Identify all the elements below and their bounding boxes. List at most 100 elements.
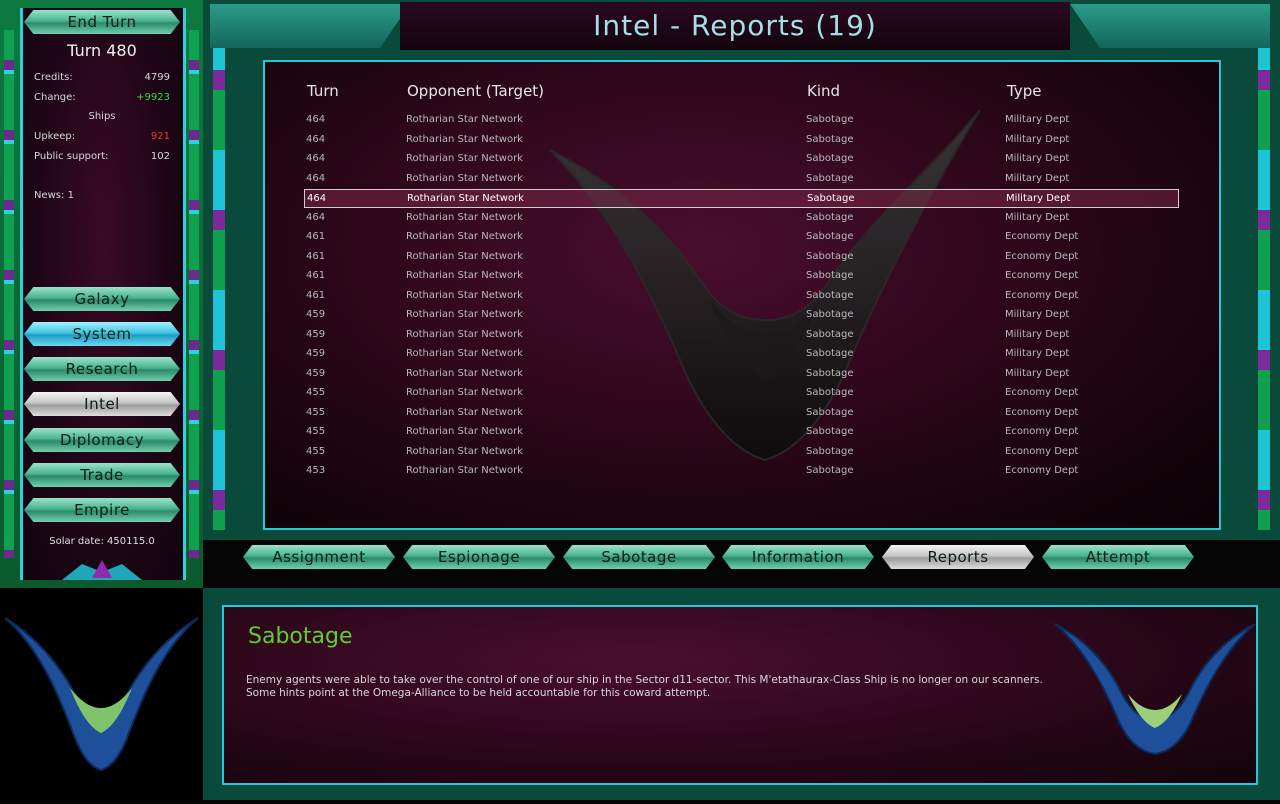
turn-counter: Turn 480 — [67, 41, 137, 60]
news-row[interactable]: News: 1 — [34, 190, 170, 201]
row-type: Economy Dept — [1005, 289, 1079, 301]
nav-system-button[interactable]: System — [24, 322, 180, 346]
row-opponent: Rotharian Star Network — [406, 445, 523, 457]
tab-assignment[interactable]: Assignment — [243, 545, 395, 569]
title-band-left — [210, 4, 410, 48]
message-emblem-icon — [1054, 623, 1256, 756]
row-type: Economy Dept — [1005, 406, 1079, 418]
col-header-turn[interactable]: Turn — [307, 82, 339, 100]
nav-galaxy-button[interactable]: Galaxy — [24, 287, 180, 311]
table-row[interactable]: 464 Rotharian Star Network Sabotage Militar… — [304, 131, 1179, 150]
row-turn: 464 — [306, 133, 326, 145]
table-row[interactable]: 464 Rotharian Star Network Sabotage Militar… — [304, 209, 1179, 228]
table-row[interactable]: 455 Rotharian Star Network Sabotage Economy… — [304, 404, 1179, 423]
row-kind: Sabotage — [806, 172, 854, 184]
table-row[interactable]: 461 Rotharian Star Network Sabotage Economy… — [304, 228, 1179, 247]
table-row[interactable]: 459 Rotharian Star Network Sabotage Militar… — [304, 345, 1179, 364]
col-header-type[interactable]: Type — [1007, 82, 1041, 100]
page-title: Intel - Reports (19) — [593, 8, 877, 42]
table-row[interactable]: 461 Rotharian Star Network Sabotage Economy… — [304, 267, 1179, 286]
change-row: Change: +9923 — [34, 92, 170, 103]
change-value: +9923 — [136, 92, 170, 103]
row-turn: 464 — [307, 193, 327, 204]
row-turn: 455 — [306, 426, 326, 437]
row-type: Economy Dept — [1005, 270, 1079, 281]
sidebar-ornament-icon — [62, 560, 142, 580]
nav-empire-button[interactable]: Empire — [24, 498, 180, 522]
credits-row: Credits: 4799 — [34, 72, 170, 83]
tab-reports[interactable]: Reports — [882, 545, 1034, 569]
table-row[interactable]: 461 Rotharian Star Network Sabotage Economy… — [304, 287, 1179, 306]
table-row[interactable]: 459 Rotharian Star Network Sabotage Militar… — [304, 306, 1179, 325]
table-row[interactable]: 459 Rotharian Star Network Sabotage Militar… — [304, 326, 1179, 345]
table-row[interactable]: 464 Rotharian Star Network Sabotage Militar… — [304, 189, 1179, 208]
table-row[interactable]: 455 Rotharian Star Network Sabotage Economy… — [304, 443, 1179, 462]
row-type: Economy Dept — [1005, 231, 1079, 242]
tab-espionage[interactable]: Espionage — [403, 545, 555, 569]
tab-information[interactable]: Information — [722, 545, 874, 569]
nav-trade-button[interactable]: Trade — [24, 463, 180, 487]
row-kind: Sabotage — [807, 193, 855, 204]
nav-research-button[interactable]: Research — [24, 357, 180, 381]
row-turn: 453 — [306, 465, 326, 476]
table-row[interactable]: 464 Rotharian Star Network Sabotage Militar… — [304, 150, 1179, 169]
title-band-right — [1070, 4, 1270, 48]
tab-attempt[interactable]: Attempt — [1042, 545, 1194, 569]
public-support-value: 102 — [150, 151, 170, 162]
public-support-row: Public support: 102 — [34, 151, 170, 162]
row-opponent: Rotharian Star Network — [406, 387, 523, 398]
row-turn: 461 — [306, 231, 326, 242]
news-count[interactable]: News: 1 — [34, 190, 74, 201]
table-row[interactable]: 464 Rotharian Star Network Sabotage Militar… — [304, 170, 1179, 189]
row-turn: 461 — [306, 289, 326, 301]
row-opponent: Rotharian Star Network — [406, 406, 523, 418]
row-opponent: Rotharian Star Network — [406, 153, 523, 164]
table-row[interactable]: 464 Rotharian Star Network Sabotage Militar… — [304, 111, 1179, 130]
end-turn-button[interactable]: End Turn — [24, 10, 180, 34]
nav-diplomacy-button[interactable]: Diplomacy — [24, 428, 180, 452]
row-opponent: Rotharian Star Network — [406, 133, 523, 145]
row-turn: 461 — [306, 250, 326, 262]
row-opponent: Rotharian Star Network — [406, 348, 523, 359]
row-kind: Sabotage — [806, 387, 854, 398]
nav-intel-button[interactable]: Intel — [24, 392, 180, 416]
table-row[interactable]: 461 Rotharian Star Network Sabotage Economy… — [304, 248, 1179, 267]
row-opponent: Rotharian Star Network — [406, 465, 523, 476]
row-opponent: Rotharian Star Network — [406, 211, 523, 223]
row-opponent: Rotharian Star Network — [406, 270, 523, 281]
row-type: Military Dept — [1005, 114, 1070, 125]
row-turn: 455 — [306, 445, 326, 457]
table-row[interactable]: 455 Rotharian Star Network Sabotage Economy… — [304, 423, 1179, 442]
row-kind: Sabotage — [806, 211, 854, 223]
logo-box — [0, 588, 203, 800]
row-type: Military Dept — [1005, 309, 1070, 320]
row-type: Economy Dept — [1005, 445, 1079, 457]
row-turn: 459 — [306, 348, 326, 359]
row-kind: Sabotage — [806, 250, 854, 262]
ships-heading: Ships — [88, 111, 116, 122]
row-type: Military Dept — [1005, 172, 1070, 184]
col-header-kind[interactable]: Kind — [807, 82, 840, 100]
row-kind: Sabotage — [806, 289, 854, 301]
tab-sabotage[interactable]: Sabotage — [563, 545, 715, 569]
row-type: Military Dept — [1005, 328, 1070, 340]
table-row[interactable]: 459 Rotharian Star Network Sabotage Militar… — [304, 365, 1179, 384]
row-type: Military Dept — [1005, 153, 1070, 164]
row-kind: Sabotage — [806, 426, 854, 437]
row-type: Military Dept — [1005, 367, 1070, 379]
credits-value: 4799 — [144, 72, 170, 83]
table-row[interactable]: 453 Rotharian Star Network Sabotage Economy… — [304, 462, 1179, 481]
row-opponent: Rotharian Star Network — [406, 426, 523, 437]
row-type: Military Dept — [1005, 133, 1070, 145]
table-row[interactable]: 455 Rotharian Star Network Sabotage Economy… — [304, 384, 1179, 403]
row-opponent: Rotharian Star Network — [406, 289, 523, 301]
row-turn: 455 — [306, 406, 326, 418]
sidebar-frame-right — [189, 30, 199, 558]
row-turn: 464 — [306, 153, 326, 164]
row-opponent: Rotharian Star Network — [406, 328, 523, 340]
empire-logo-icon — [4, 617, 199, 772]
col-header-opponent[interactable]: Opponent (Target) — [407, 82, 544, 100]
row-turn: 464 — [306, 172, 326, 184]
row-turn: 459 — [306, 309, 326, 320]
row-kind: Sabotage — [806, 114, 854, 125]
